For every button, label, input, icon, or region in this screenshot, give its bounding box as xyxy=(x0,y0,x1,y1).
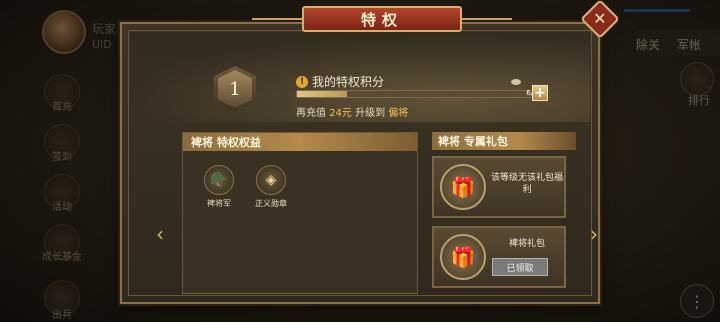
perk-item[interactable]: ◈ 正义勋章 xyxy=(245,165,297,209)
upgrade-prefix: 升级到 xyxy=(355,108,386,119)
recharge-amount: 24元 xyxy=(329,108,352,119)
perk-label: 裨将军 xyxy=(207,199,231,208)
score-title-text: 我的特权积分 xyxy=(312,75,385,89)
gift-card-text: 该等级无该礼包福利 xyxy=(490,173,563,195)
privilege-modal: 特权 ✕ 1 ! 我的特权积分 6/30 + 再充值 24元 升级到 偏将 裨将… xyxy=(120,0,620,304)
gift-card-none: 🎁 该等级无该礼包福利 xyxy=(432,156,566,218)
recharge-line: 再充值 24元 升级到 偏将 xyxy=(296,104,408,119)
claimed-button[interactable]: 已领取 xyxy=(492,258,548,276)
modal-title: 特权 xyxy=(252,6,512,32)
benefits-title: 裨将 特权权益 xyxy=(183,133,417,151)
pointer-cursor xyxy=(511,79,521,85)
chevron-right-icon[interactable]: › xyxy=(590,224,606,244)
score-title: ! 我的特权积分 xyxy=(296,73,384,90)
gift-panel-title: 裨将 专属礼包 xyxy=(432,132,576,150)
perk-item[interactable]: 🪖 裨将军 xyxy=(193,165,245,209)
privilege-header: 1 ! 我的特权积分 6/30 + 再充值 24元 升级到 偏将 xyxy=(130,32,590,122)
recharge-prefix: 再充值 xyxy=(296,108,326,119)
privilege-benefits-panel: 裨将 特权权益 🪖 裨将军 ◈ 正义勋章 xyxy=(182,132,418,294)
exclusive-gift-panel: 裨将 专属礼包 🎁 该等级无该礼包福利 🎁 裨将礼包 已领取 xyxy=(432,132,576,294)
close-icon: ✕ xyxy=(593,9,607,28)
gift-chest-icon: 🎁 xyxy=(440,164,486,210)
rank-badge: 1 xyxy=(214,66,256,112)
gift-chest-icon: 🎁 xyxy=(440,234,486,280)
chevron-left-icon[interactable]: ‹ xyxy=(156,224,172,244)
medal-icon: ◈ xyxy=(256,165,286,195)
score-progress-text: 6/30 xyxy=(296,89,548,98)
plus-icon[interactable]: + xyxy=(532,85,548,101)
gift-card-claimed: 🎁 裨将礼包 已领取 xyxy=(432,226,566,288)
perk-label: 正义勋章 xyxy=(255,199,287,208)
warning-icon: ! xyxy=(296,75,308,88)
rank-number: 1 xyxy=(218,70,252,108)
helmet-icon: 🪖 xyxy=(204,165,234,195)
gift-card-title: 裨将礼包 xyxy=(508,239,545,249)
upgrade-target: 偏将 xyxy=(388,108,409,119)
